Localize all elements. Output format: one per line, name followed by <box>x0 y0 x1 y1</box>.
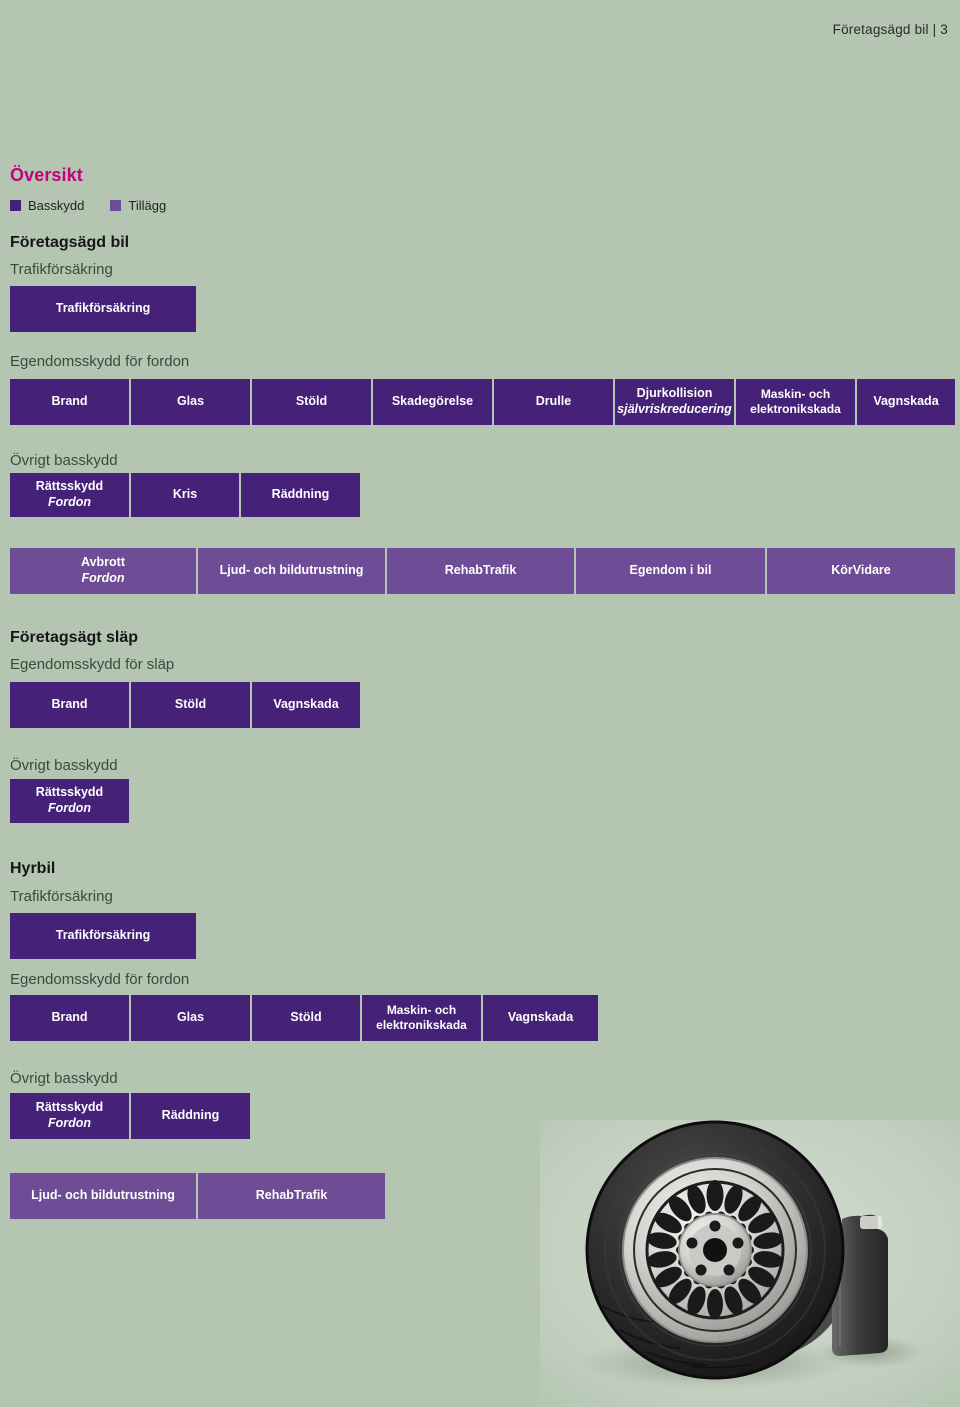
box-egendom-i-bil[interactable]: Egendom i bil <box>576 548 765 594</box>
box-label: Ljud- och bildutrustning <box>31 1188 175 1203</box>
box-label: Brand <box>51 1010 88 1025</box>
box-rattsskydd-fordon[interactable]: Rättsskydd Fordon <box>10 473 129 517</box>
box-rental-maskin-och-elektronikskada[interactable]: Maskin- och elektronikskada <box>362 995 481 1041</box>
box-trafikforsakring[interactable]: Trafikförsäkring <box>10 286 196 332</box>
box-label: Kris <box>172 487 198 502</box>
box-ljud-och-bildutrustning[interactable]: Ljud- och bildutrustning <box>198 548 385 594</box>
box-label: Rättsskydd <box>35 479 104 494</box>
box-sublabel: självriskreducering <box>617 402 732 416</box>
box-label: Räddning <box>161 1108 220 1123</box>
section-title-company-trailer: Företagsägt släp <box>10 629 139 646</box>
box-label: Djurkollision <box>636 386 713 401</box>
box-label: Ljud- och bildutrustning <box>219 563 364 578</box>
box-label: Rättsskydd <box>35 785 104 800</box>
subheading-rental-traffic: Trafikförsäkring <box>10 888 113 905</box>
subheading-company-car-other: Övrigt basskydd <box>10 452 118 469</box>
box-label: Skadegörelse <box>391 394 474 409</box>
box-sublabel: Fordon <box>47 495 92 509</box>
box-raddning[interactable]: Räddning <box>241 473 360 517</box>
box-label: Stöld <box>295 394 328 409</box>
box-trailer-vagnskada[interactable]: Vagnskada <box>252 682 360 728</box>
box-trailer-stold[interactable]: Stöld <box>131 682 250 728</box>
box-kris[interactable]: Kris <box>131 473 239 517</box>
box-skadegorelse[interactable]: Skadegörelse <box>373 379 492 425</box>
box-trailer-brand[interactable]: Brand <box>10 682 129 728</box>
box-stold[interactable]: Stöld <box>252 379 371 425</box>
legend-label: Tillägg <box>128 198 167 213</box>
legend-swatch-icon <box>110 200 122 211</box>
box-label: Egendom i bil <box>629 563 712 578</box>
legend-item-tillagg: Tillägg <box>110 198 166 213</box>
section-title-rental-car: Hyrbil <box>10 860 56 877</box>
legend-label: Basskydd <box>28 198 85 213</box>
box-rental-raddning[interactable]: Räddning <box>131 1093 250 1139</box>
box-rehabtrafik[interactable]: RehabTrafik <box>387 548 574 594</box>
box-label: Brand <box>51 697 88 712</box>
box-label: Glas <box>176 1010 205 1025</box>
box-label: Vagnskada <box>273 697 339 712</box>
box-label: Rättsskydd <box>35 1100 104 1115</box>
box-korvidare[interactable]: KörVidare <box>767 548 955 594</box>
box-label: KörVidare <box>831 563 891 578</box>
legend-swatch-icon <box>10 200 21 211</box>
legend-item-basskydd: Basskydd <box>10 198 84 213</box>
subheading-trailer-other: Övrigt basskydd <box>10 757 118 774</box>
box-rental-rehabtrafik[interactable]: RehabTrafik <box>198 1173 385 1219</box>
subheading-rental-other: Övrigt basskydd <box>10 1070 118 1087</box>
box-label: Vagnskada <box>873 394 939 409</box>
box-rental-brand[interactable]: Brand <box>10 995 129 1041</box>
box-label: RehabTrafik <box>444 563 517 578</box>
box-glas[interactable]: Glas <box>131 379 250 425</box>
box-rental-ljud-och-bildutrustning[interactable]: Ljud- och bildutrustning <box>10 1173 196 1219</box>
box-djurkollision[interactable]: Djurkollision självriskreducering <box>615 379 734 425</box>
box-label: Räddning <box>271 487 330 502</box>
box-rental-vagnskada[interactable]: Vagnskada <box>483 995 598 1041</box>
box-label: RehabTrafik <box>255 1188 328 1203</box>
section-title-company-car: Företagsägd bil <box>10 234 130 251</box>
box-drulle[interactable]: Drulle <box>494 379 613 425</box>
subheading-rental-property: Egendomsskydd för fordon <box>10 971 190 988</box>
box-label: Vagnskada <box>507 1010 574 1025</box>
box-sublabel: Fordon <box>47 801 92 815</box>
box-label: Trafikförsäkring <box>55 928 151 943</box>
box-rental-trafikforsakring[interactable]: Trafikförsäkring <box>10 913 196 959</box>
page-title: Översikt <box>10 165 83 185</box>
box-maskin-och-elektronikskada[interactable]: Maskin- och elektronikskada <box>736 379 855 425</box>
box-sublabel: Fordon <box>47 1116 92 1130</box>
box-trailer-rattsskydd-fordon[interactable]: Rättsskydd Fordon <box>10 779 129 823</box>
box-rental-glas[interactable]: Glas <box>131 995 250 1041</box>
box-label: Maskin- och elektronikskada <box>750 387 841 416</box>
box-label: Trafikförsäkring <box>55 301 151 316</box>
box-avbrott-fordon[interactable]: Avbrott Fordon <box>10 548 196 594</box>
box-label: Maskin- och elektronikskada <box>376 1003 467 1032</box>
subheading-company-car-traffic: Trafikförsäkring <box>10 261 113 278</box>
box-rental-stold[interactable]: Stöld <box>252 995 360 1041</box>
subheading-trailer-property: Egendomsskydd för släp <box>10 656 175 673</box>
box-sublabel: Fordon <box>81 571 125 585</box>
box-label: Avbrott <box>81 555 125 570</box>
box-label: Brand <box>51 394 88 409</box>
page-header: Företagsägd bil | 3 <box>832 22 948 37</box>
car-tire-photo <box>540 1120 960 1407</box>
box-label: Glas <box>176 394 205 409</box>
box-label: Stöld <box>290 1010 322 1025</box>
box-vagnskada[interactable]: Vagnskada <box>857 379 955 425</box>
box-rental-rattsskydd-fordon[interactable]: Rättsskydd Fordon <box>10 1093 129 1139</box>
box-label: Stöld <box>174 697 207 712</box>
box-brand[interactable]: Brand <box>10 379 129 425</box>
box-label: Drulle <box>535 394 572 409</box>
legend: Basskydd Tillägg <box>10 198 166 213</box>
subheading-company-car-property: Egendomsskydd för fordon <box>10 353 190 370</box>
